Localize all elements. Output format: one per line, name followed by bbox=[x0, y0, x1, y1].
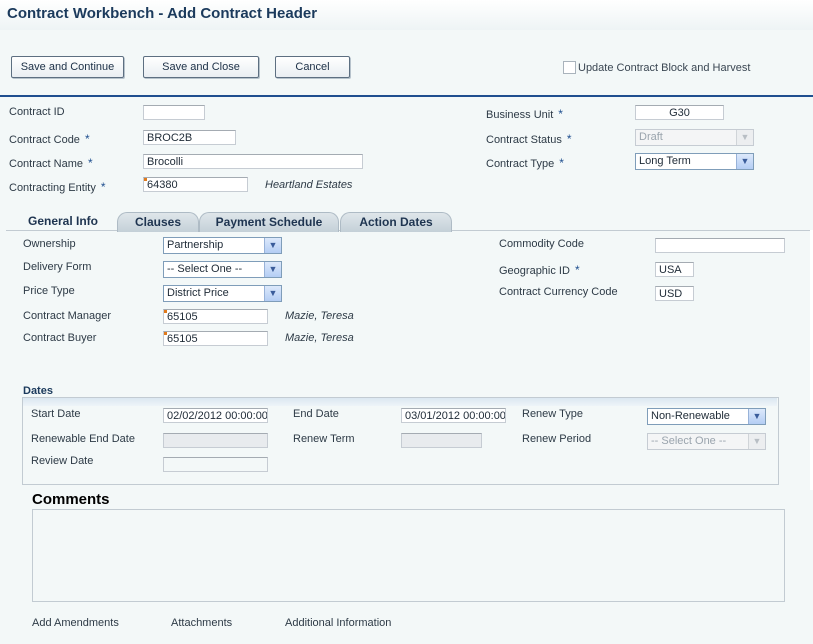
contract-id-label: Contract ID bbox=[9, 106, 65, 118]
renewable-end-date-input bbox=[163, 433, 268, 448]
contract-name-label: Contract Name * bbox=[9, 156, 93, 170]
renewable-end-date-label: Renewable End Date bbox=[31, 433, 135, 445]
currency-code-label: Contract Currency Code bbox=[499, 286, 618, 298]
contract-buyer-description: Mazie, Teresa bbox=[285, 332, 354, 344]
start-date-input[interactable]: 02/02/2012 00:00:00 bbox=[163, 408, 268, 423]
contract-manager-description: Mazie, Teresa bbox=[285, 310, 354, 322]
contract-status-select: Draft ▼ bbox=[635, 129, 754, 146]
title-bar: Contract Workbench - Add Contract Header bbox=[0, 0, 813, 30]
contract-code-label: Contract Code * bbox=[9, 132, 90, 146]
tab-payment-schedule[interactable]: Payment Schedule bbox=[199, 212, 339, 232]
comments-title: Comments bbox=[32, 491, 110, 508]
lookup-flag-icon bbox=[164, 332, 167, 335]
currency-code-input[interactable]: USD bbox=[655, 286, 694, 301]
comments-textarea[interactable] bbox=[32, 509, 785, 602]
ownership-label: Ownership bbox=[23, 238, 76, 250]
business-unit-input[interactable]: G30 bbox=[635, 105, 724, 120]
add-amendments-link[interactable]: Add Amendments bbox=[32, 617, 119, 629]
required-marker: * bbox=[100, 180, 106, 194]
cancel-button[interactable]: Cancel bbox=[275, 56, 350, 78]
required-marker: * bbox=[559, 156, 564, 170]
dates-section-title: Dates bbox=[23, 385, 53, 397]
required-marker: * bbox=[558, 107, 563, 121]
required-marker: * bbox=[87, 156, 93, 170]
contract-type-select[interactable]: Long Term ▼ bbox=[635, 153, 754, 170]
lookup-flag-icon bbox=[164, 310, 167, 313]
contract-status-label: Contract Status * bbox=[486, 132, 572, 146]
chevron-down-icon: ▼ bbox=[264, 286, 281, 301]
delivery-form-select[interactable]: -- Select One -- ▼ bbox=[163, 261, 282, 278]
ownership-select[interactable]: Partnership ▼ bbox=[163, 237, 282, 254]
chevron-down-icon: ▼ bbox=[748, 409, 765, 424]
save-and-close-button[interactable]: Save and Close bbox=[143, 56, 259, 78]
end-date-input[interactable]: 03/01/2012 00:00:00 bbox=[401, 408, 506, 423]
contract-manager-label: Contract Manager bbox=[23, 310, 112, 322]
start-date-label: Start Date bbox=[31, 408, 81, 420]
price-type-select[interactable]: District Price ▼ bbox=[163, 285, 282, 302]
contract-type-label: Contract Type * bbox=[486, 156, 564, 170]
header-divider bbox=[0, 95, 813, 97]
commodity-code-label: Commodity Code bbox=[499, 238, 584, 250]
geographic-id-label: Geographic ID * bbox=[499, 263, 580, 277]
contract-code-input[interactable]: BROC2B bbox=[143, 130, 236, 145]
chevron-down-icon: ▼ bbox=[264, 238, 281, 253]
additional-information-link[interactable]: Additional Information bbox=[285, 617, 391, 629]
tab-clauses[interactable]: Clauses bbox=[117, 212, 199, 232]
business-unit-label: Business Unit * bbox=[486, 107, 563, 121]
review-date-label: Review Date bbox=[31, 455, 94, 467]
update-block-label: Update Contract Block and Harvest bbox=[578, 62, 751, 74]
lookup-flag-icon bbox=[144, 178, 147, 181]
chevron-down-icon: ▼ bbox=[736, 130, 753, 145]
chevron-down-icon: ▼ bbox=[748, 434, 765, 449]
delivery-form-label: Delivery Form bbox=[23, 261, 92, 273]
contracting-entity-description: Heartland Estates bbox=[265, 179, 353, 191]
end-date-label: End Date bbox=[293, 408, 339, 420]
contract-name-input[interactable]: Brocolli bbox=[143, 154, 363, 169]
tab-action-dates[interactable]: Action Dates bbox=[340, 212, 452, 232]
contract-buyer-input[interactable]: 65105 bbox=[163, 331, 268, 346]
page-title: Contract Workbench - Add Contract Header bbox=[7, 5, 318, 22]
renew-period-label: Renew Period bbox=[522, 433, 592, 445]
required-marker: * bbox=[574, 263, 580, 277]
contract-manager-input[interactable]: 65105 bbox=[163, 309, 268, 324]
renew-term-input bbox=[401, 433, 482, 448]
price-type-label: Price Type bbox=[23, 285, 75, 297]
update-block-checkbox[interactable] bbox=[563, 61, 576, 74]
renew-term-label: Renew Term bbox=[293, 433, 355, 445]
dates-group-header bbox=[23, 398, 777, 406]
renew-type-label: Renew Type bbox=[522, 408, 583, 420]
save-and-continue-button[interactable]: Save and Continue bbox=[11, 56, 124, 78]
chevron-down-icon: ▼ bbox=[264, 262, 281, 277]
contract-id-input[interactable] bbox=[143, 105, 205, 120]
contracting-entity-label: Contracting Entity * bbox=[9, 180, 106, 194]
attachments-link[interactable]: Attachments bbox=[171, 617, 232, 629]
geographic-id-input[interactable]: USA bbox=[655, 262, 694, 277]
tab-general-info[interactable]: General Info bbox=[18, 212, 108, 231]
commodity-code-input[interactable] bbox=[655, 238, 785, 253]
contracting-entity-input[interactable]: 64380 bbox=[143, 177, 248, 192]
contract-buyer-label: Contract Buyer bbox=[23, 332, 97, 344]
review-date-input[interactable] bbox=[163, 457, 268, 472]
chevron-down-icon: ▼ bbox=[736, 154, 753, 169]
renew-type-select[interactable]: Non-Renewable ▼ bbox=[647, 408, 766, 425]
renew-period-select: -- Select One -- ▼ bbox=[647, 433, 766, 450]
required-marker: * bbox=[566, 132, 572, 146]
required-marker: * bbox=[84, 132, 90, 146]
